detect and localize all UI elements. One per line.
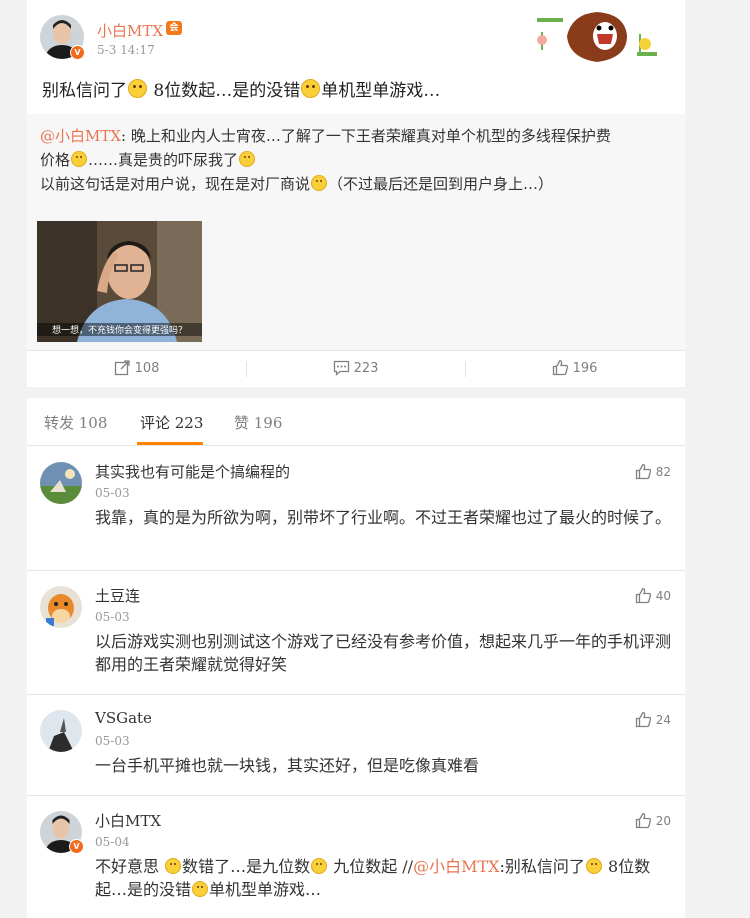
comment-text: 以后游戏实测也别测试这个游戏了已经没有参考价值，想起来几乎一年的手机评测都用的王… xyxy=(95,632,672,674)
thumbs-up-icon xyxy=(635,587,651,604)
repost-line-2: 价格 xyxy=(40,151,71,169)
commenter-name[interactable]: VSGate xyxy=(95,709,152,727)
commenter-avatar[interactable] xyxy=(40,462,82,504)
sticker-decoration-icon xyxy=(537,12,657,62)
repost-text: @小白MTX: 晚上和业内人士宵夜…了解了一下王者荣耀真对单个机型的多线程保护费… xyxy=(40,124,675,196)
repost-line-3: 以前这句话是对用户说，现在是对厂商说 xyxy=(40,175,311,193)
comment-like-count: 24 xyxy=(655,713,671,727)
grin-emoji-icon xyxy=(311,175,328,191)
laugh-tears-emoji-icon xyxy=(128,79,147,98)
laugh-tears-emoji-icon xyxy=(165,858,182,874)
thumbs-up-icon xyxy=(635,463,651,480)
thumbs-up-icon xyxy=(635,711,651,728)
comment-text-seg-4: :别私信问了 xyxy=(499,857,585,876)
photo-caption: 想一想，不充钱你会变得更强吗？ xyxy=(37,323,202,336)
comment-like-button[interactable]: 20 xyxy=(635,812,671,829)
vip-icon: 会 xyxy=(166,21,182,35)
comment-like-count: 40 xyxy=(655,589,671,603)
repost-photo[interactable]: 想一想，不充钱你会变得更强吗？ xyxy=(37,221,202,342)
post-action-bar: 108 223 196 xyxy=(27,350,685,387)
comment-button[interactable]: 223 xyxy=(246,351,465,387)
comments-card: 转发 108 评论 223 赞 196 其实我也有可能是个搞编程的 05-03 … xyxy=(27,398,685,918)
comment-text: 一台手机平摊也就一块钱，其实还好，但是吃像真难看 xyxy=(95,756,480,775)
repost-count: 108 xyxy=(134,361,160,376)
comment-date: 05-04 xyxy=(95,835,130,849)
active-tab-indicator xyxy=(137,442,203,445)
comment-text-seg-3: 九位数起 // xyxy=(328,857,414,876)
post-text-seg-3: 单机型单游戏… xyxy=(321,81,441,101)
comment-item: VSGate 05-03 一台手机平摊也就一块钱，其实还好，但是吃像真难看 24 xyxy=(27,694,685,796)
smile-emoji-icon xyxy=(192,881,209,897)
comment-text-seg-2: 数错了…是九位数 xyxy=(182,857,311,876)
repost-button[interactable]: 108 xyxy=(27,351,246,387)
comment-count: 223 xyxy=(353,361,379,376)
smile-emoji-icon xyxy=(71,151,88,167)
tab-repost[interactable]: 转发 108 xyxy=(44,412,107,433)
comment-like-count: 20 xyxy=(655,814,671,828)
comment-like-button[interactable]: 24 xyxy=(635,711,671,728)
thumbs-up-icon xyxy=(635,812,651,829)
post-text-seg-2: 8位数起…是的没错 xyxy=(148,81,301,101)
verified-badge-icon: V xyxy=(70,45,85,60)
commenter-name[interactable]: 土豆连 xyxy=(95,585,140,606)
comment-date: 05-03 xyxy=(95,734,130,748)
tab-comment[interactable]: 评论 223 xyxy=(140,412,203,433)
mention-link[interactable]: @小白MTX xyxy=(40,127,121,145)
tab-like[interactable]: 赞 196 xyxy=(234,412,282,433)
interaction-tabs: 转发 108 评论 223 赞 196 xyxy=(27,398,685,446)
commenter-name[interactable]: 其实我也有可能是个搞编程的 xyxy=(95,461,290,482)
comment-item: V 小白MTX 05-04 不好意思 数错了…是九位数 九位数起 //@小白MT… xyxy=(27,795,685,918)
comment-date: 05-03 xyxy=(95,610,130,624)
thumbs-up-icon xyxy=(552,359,568,376)
author-name[interactable]: 小白MTX xyxy=(97,20,163,41)
comment-like-count: 82 xyxy=(655,465,671,479)
reposted-content: @小白MTX: 晚上和业内人士宵夜…了解了一下王者荣耀真对单个机型的多线程保护费… xyxy=(27,114,685,350)
repost-line-2b: ……真是贵的吓尿我了 xyxy=(88,151,239,169)
like-count: 196 xyxy=(572,361,598,376)
commenter-name[interactable]: 小白MTX xyxy=(95,810,161,831)
comment-like-button[interactable]: 40 xyxy=(635,587,671,604)
share-icon xyxy=(114,360,130,376)
post-time[interactable]: 5-3 14:17 xyxy=(97,43,155,57)
smile-emoji-icon xyxy=(301,79,321,98)
commenter-avatar[interactable] xyxy=(40,710,82,752)
repost-line-1: : 晚上和业内人士宵夜…了解了一下王者荣耀真对单个机型的多线程保护费 xyxy=(121,127,611,145)
comment-text-seg-1: 不好意思 xyxy=(95,857,165,876)
comment-text: 不好意思 数错了…是九位数 九位数起 //@小白MTX:别私信问了 8位数起…是… xyxy=(95,855,675,901)
post-text: 别私信问了 8位数起…是的没错 单机型单游戏… xyxy=(42,76,440,101)
post-text-seg-1: 别私信问了 xyxy=(42,81,127,101)
money-emoji-icon xyxy=(311,858,328,874)
laugh-tears-emoji-icon xyxy=(585,858,602,874)
laugh-tears-emoji-icon xyxy=(239,151,256,167)
commenter-avatar[interactable] xyxy=(40,586,82,628)
comment-text: 我靠，真的是为所欲为啊，别带坏了行业啊。不过王者荣耀也过了最火的时候了。 xyxy=(95,508,672,527)
mention-link[interactable]: @小白MTX xyxy=(413,857,499,876)
weibo-post-card: V 小白MTX 会 5-3 14:17 别私信问了 8位数起…是的没错 单机型单游… xyxy=(27,0,685,387)
comment-text-seg-6: 单机型单游戏… xyxy=(209,880,322,899)
comment-item: 其实我也有可能是个搞编程的 05-03 我靠，真的是为所欲为啊，别带坏了行业啊。… xyxy=(27,446,685,571)
comment-like-button[interactable]: 82 xyxy=(635,463,671,480)
comment-icon xyxy=(333,360,349,376)
comment-item: 土豆连 05-03 以后游戏实测也别测试这个游戏了已经没有参考价值，想起来几乎一… xyxy=(27,570,685,695)
like-button[interactable]: 196 xyxy=(465,351,684,387)
comment-date: 05-03 xyxy=(95,486,130,500)
verified-badge-icon: V xyxy=(69,839,84,854)
repost-line-3b: （不过最后还是回到用户身上…） xyxy=(328,175,554,193)
